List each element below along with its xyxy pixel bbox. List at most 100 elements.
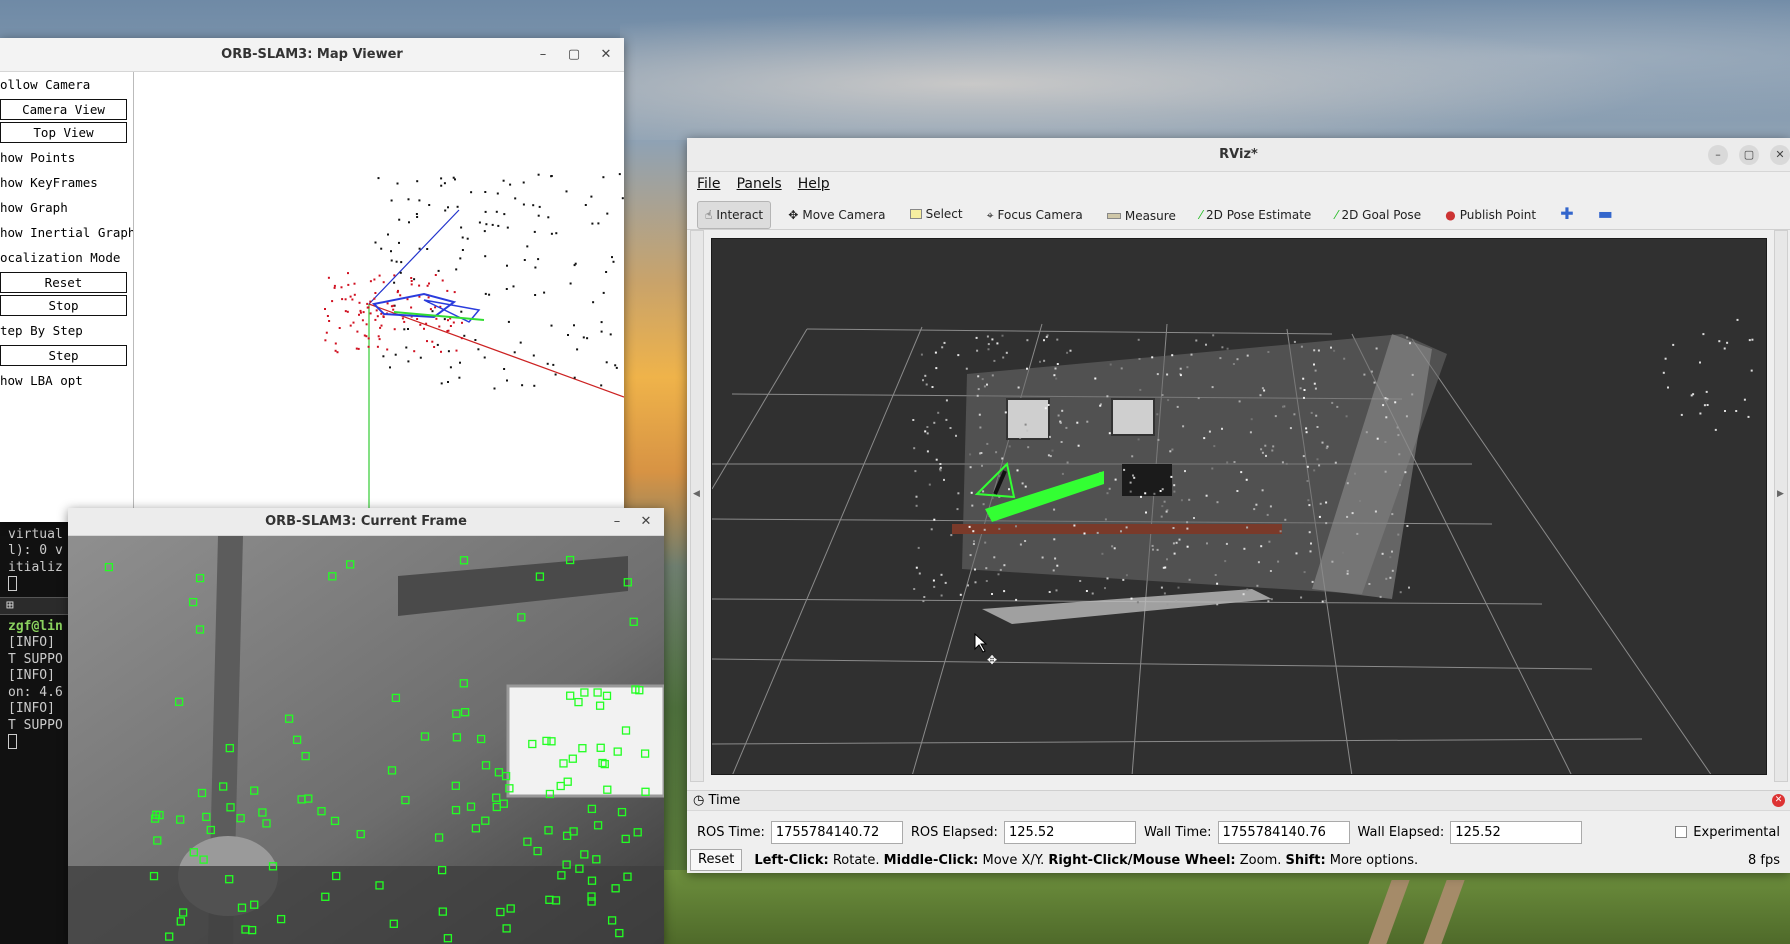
show-inertial-graph-checkbox[interactable]: how Inertial Graph — [0, 220, 133, 245]
remove-tool-icon[interactable]: ▬ — [1591, 199, 1620, 227]
goal-pose-tool[interactable]: ⁄ 2D Goal Pose — [1328, 201, 1428, 229]
cloud-point — [934, 351, 937, 354]
cloud-point — [1397, 533, 1400, 536]
move-camera-tool[interactable]: ✥ Move Camera — [781, 201, 892, 229]
publish-point-tool[interactable]: ● Publish Point — [1438, 201, 1543, 229]
map-point — [419, 323, 422, 326]
map-point — [586, 337, 589, 340]
step-by-step-checkbox[interactable]: tep By Step — [0, 318, 133, 343]
show-keyframes-checkbox[interactable]: how KeyFrames — [0, 170, 133, 195]
step-button[interactable]: Step — [0, 345, 127, 366]
cloud-point — [1047, 454, 1050, 457]
map-point — [369, 312, 372, 315]
menu-file[interactable]: File — [697, 172, 720, 196]
tool-label: Interact — [716, 207, 764, 222]
close-panel-icon[interactable]: ✕ — [1772, 794, 1785, 807]
map-point — [452, 176, 455, 179]
cloud-point — [1178, 538, 1181, 541]
rviz-window[interactable]: RViz* – ▢ ✕ File Panels Help ☝ Interact ✥… — [687, 138, 1790, 873]
cloud-point — [1108, 432, 1111, 435]
minimize-icon[interactable]: – — [606, 511, 628, 533]
cloud-point — [1341, 551, 1344, 554]
map-point — [395, 260, 398, 263]
cloud-point — [1076, 421, 1079, 424]
cloud-point — [1053, 508, 1056, 511]
map-viewer-titlebar[interactable]: ORB-SLAM3: Map Viewer – ▢ ✕ — [0, 38, 624, 72]
cloud-point — [1173, 484, 1176, 487]
reset-button[interactable]: Reset — [690, 849, 743, 871]
show-graph-checkbox[interactable]: how Graph — [0, 195, 133, 220]
show-points-checkbox[interactable]: how Points — [0, 145, 133, 170]
menu-panels[interactable]: Panels — [737, 172, 782, 196]
cloud-point — [1186, 527, 1189, 530]
stop-button[interactable]: Stop — [0, 295, 127, 316]
terminal-tab-bar[interactable]: ⊞ — [0, 596, 75, 615]
camera-view-button[interactable]: Camera View — [0, 99, 127, 120]
cloud-point — [925, 383, 928, 386]
cloud-point — [1303, 396, 1305, 399]
minimize-icon[interactable]: – — [532, 44, 554, 66]
cloud-point — [972, 543, 975, 545]
experimental-toggle[interactable]: Experimental — [1675, 825, 1780, 840]
right-panel-collapse[interactable]: ▶ — [1774, 230, 1788, 782]
minimize-icon[interactable]: – — [1708, 145, 1728, 165]
terminal-tab-icon[interactable]: ⊞ — [0, 598, 14, 613]
show-lba-opt-checkbox[interactable]: how LBA opt — [0, 368, 133, 393]
terminal-window[interactable]: itializ virtual l): 0 v itializ ⊞ zgf@li… — [0, 510, 75, 944]
map-viewer-canvas[interactable] — [134, 72, 624, 522]
current-frame-image — [68, 536, 664, 944]
cloud-point — [940, 573, 943, 576]
cloud-point — [1026, 367, 1028, 370]
left-panel-collapse[interactable]: ◀ — [690, 230, 704, 782]
cloud-point — [915, 495, 918, 498]
wall-elapsed-field[interactable]: 125.52 — [1450, 820, 1583, 844]
interact-tool[interactable]: ☝ Interact — [697, 200, 772, 229]
cloud-point — [973, 540, 975, 543]
map-viewer-window[interactable]: ORB-SLAM3: Map Viewer – ▢ ✕ ollow Camera… — [0, 38, 624, 522]
cloud-point — [1260, 448, 1263, 451]
wall-time-field[interactable]: 1755784140.76 — [1217, 820, 1350, 844]
pose-estimate-tool[interactable]: ⁄ 2D Pose Estimate — [1193, 201, 1318, 229]
map-point — [600, 321, 603, 324]
add-tool-icon[interactable]: ✚ — [1553, 199, 1580, 227]
grid-line — [712, 328, 808, 490]
map-point — [351, 298, 354, 301]
rviz-3d-viewport[interactable]: ✥ — [711, 238, 1767, 775]
menu-help[interactable]: Help — [798, 172, 830, 196]
map-point — [389, 366, 391, 369]
cloud-point — [1238, 400, 1241, 403]
cloud-point — [915, 566, 918, 569]
localization-mode-checkbox[interactable]: ocalization Mode — [0, 245, 133, 270]
cloud-point — [915, 504, 918, 507]
reset-button[interactable]: Reset — [0, 272, 127, 293]
cloud-point — [924, 374, 927, 377]
close-icon[interactable]: ✕ — [635, 511, 657, 533]
maximize-icon[interactable]: ▢ — [1739, 145, 1759, 165]
ros-elapsed-field[interactable]: 125.52 — [1003, 820, 1136, 844]
focus-camera-tool[interactable]: ⌖ Focus Camera — [980, 201, 1090, 229]
follow-camera-checkbox[interactable]: ollow Camera — [0, 72, 133, 97]
map-point — [547, 216, 550, 219]
cloud-point — [1300, 345, 1303, 348]
cloud-point — [1017, 386, 1020, 389]
map-point — [358, 301, 361, 304]
current-frame-titlebar[interactable]: ORB-SLAM3: Current Frame – ✕ — [68, 508, 664, 536]
select-tool[interactable]: Select — [903, 200, 970, 228]
maximize-icon[interactable]: ▢ — [563, 44, 585, 66]
map-point — [426, 248, 429, 250]
experimental-checkbox[interactable] — [1675, 826, 1688, 838]
close-icon[interactable]: ✕ — [1770, 145, 1790, 165]
cloud-point — [1268, 540, 1271, 543]
measure-tool[interactable]: Measure — [1100, 202, 1183, 230]
top-view-button[interactable]: Top View — [0, 122, 127, 143]
ros-time-field[interactable]: 1755784140.72 — [770, 820, 903, 844]
map-point — [405, 346, 408, 349]
cloud-point — [1180, 499, 1183, 502]
map-point — [394, 353, 397, 356]
rviz-titlebar[interactable]: RViz* – ▢ ✕ — [687, 138, 1790, 172]
current-frame-window[interactable]: ORB-SLAM3: Current Frame – ✕ — [68, 508, 664, 944]
cloud-point — [1015, 525, 1017, 528]
map-point — [333, 286, 336, 289]
cloud-point — [1132, 474, 1134, 477]
close-icon[interactable]: ✕ — [595, 44, 617, 66]
